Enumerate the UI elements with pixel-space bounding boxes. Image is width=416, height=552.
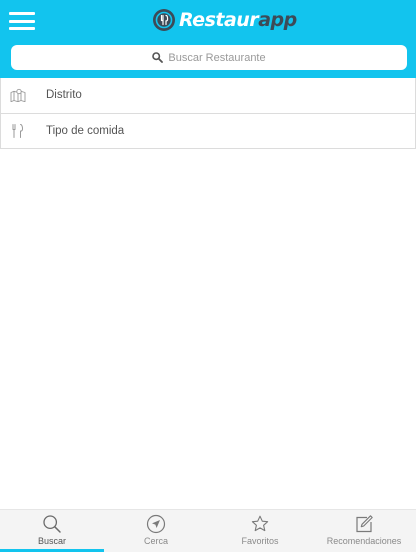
menu-line <box>9 27 35 30</box>
search-icon <box>152 52 164 63</box>
navigation-arrow-icon <box>146 514 166 534</box>
menu-line <box>9 12 35 15</box>
tab-buscar[interactable]: Buscar <box>0 510 104 552</box>
search-placeholder: Buscar Restaurante <box>168 51 266 64</box>
edit-icon <box>356 515 373 533</box>
logo-text-part2: app <box>258 9 297 31</box>
fork-knife-icon <box>12 123 24 138</box>
filter-list: Distrito Tipo de comida <box>0 78 416 149</box>
app-header: Restaurapp Buscar Restaurante <box>0 0 416 78</box>
tab-recomendaciones[interactable]: Recomendaciones <box>312 510 416 552</box>
search-icon <box>43 515 61 533</box>
star-icon <box>251 515 269 532</box>
logo-text: Restaurapp <box>179 9 297 31</box>
logo-text-part1: Restaur <box>179 9 259 31</box>
bottom-tab-bar: Buscar Cerca Favoritos Recomendaciones <box>0 509 416 552</box>
search-input[interactable]: Buscar Restaurante <box>11 45 407 70</box>
app-logo: Restaurapp <box>152 6 297 34</box>
filter-label: Distrito <box>46 89 82 102</box>
tab-cerca[interactable]: Cerca <box>104 510 208 552</box>
hamburger-menu-button[interactable] <box>9 12 35 30</box>
tab-label: Cerca <box>143 536 168 546</box>
logo-mark-icon <box>153 9 175 31</box>
filter-label: Tipo de comida <box>46 124 125 137</box>
tab-label: Favoritos <box>241 536 279 546</box>
tab-label: Recomendaciones <box>326 536 402 546</box>
tab-label: Buscar <box>37 536 66 546</box>
tab-favoritos[interactable]: Favoritos <box>208 510 312 552</box>
filter-tipo-comida[interactable]: Tipo de comida <box>1 114 415 149</box>
filter-distrito[interactable]: Distrito <box>1 78 415 114</box>
menu-line <box>9 19 35 23</box>
map-icon <box>10 89 26 103</box>
